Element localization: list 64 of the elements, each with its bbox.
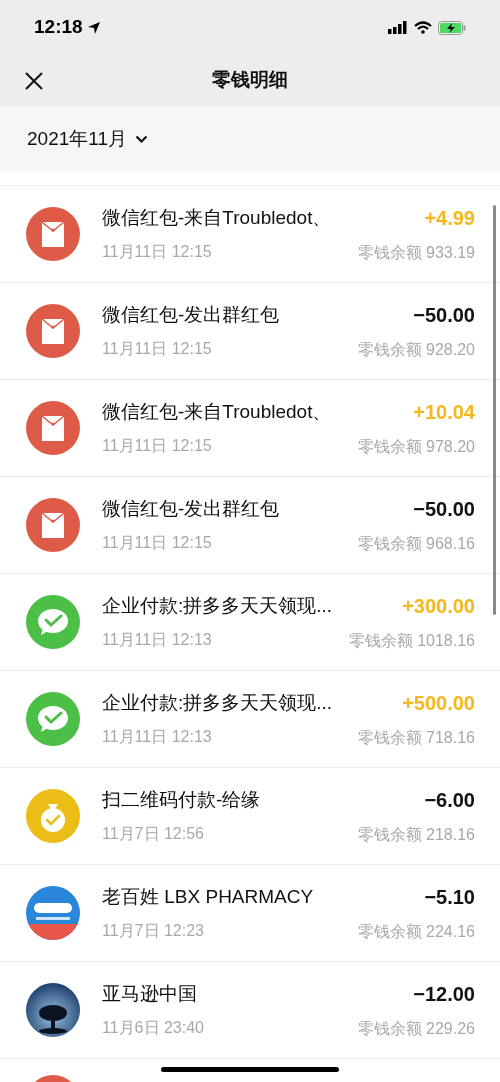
money-bag-icon bbox=[26, 789, 80, 843]
transaction-date: 11月11日 12:13 bbox=[102, 630, 213, 651]
transaction-row[interactable]: 老百姓 LBX PHARMACY 11月7日 12:23 −5.10 零钱余额 224.16 bbox=[0, 865, 500, 962]
transaction-row[interactable]: 亚马逊中国 11月6日 23:40 −12.00 零钱余额 229.26 bbox=[0, 962, 500, 1059]
transaction-title: 老百姓 LBX PHARMACY bbox=[102, 884, 315, 909]
chat-check-icon bbox=[26, 692, 80, 746]
transaction-date: 11月7日 12:23 bbox=[102, 921, 205, 942]
location-arrow-icon bbox=[86, 20, 101, 35]
transaction-title: 亚马逊中国 bbox=[102, 981, 198, 1006]
transaction-row[interactable]: 微信红包-发出群红包 11月11日 12:15 −50.00 零钱余额 968.16 bbox=[0, 477, 500, 574]
transaction-date: 11月11日 12:15 bbox=[102, 533, 213, 554]
transaction-row[interactable]: 微信红包-来自Troubledot、 11月11日 12:15 +4.99 零钱余额 933.19 bbox=[0, 186, 500, 283]
transaction-amount: −50.00 bbox=[413, 497, 475, 522]
transaction-date: 11月7日 12:56 bbox=[102, 824, 205, 845]
transaction-amount: +300.00 bbox=[402, 594, 475, 619]
transaction-date: 11月11日 12:15 bbox=[102, 436, 213, 457]
page-title: 零钱明细 bbox=[212, 68, 288, 93]
wifi-icon bbox=[414, 21, 432, 34]
transaction-amount: +4.99 bbox=[424, 206, 475, 231]
pharmacy-logo bbox=[26, 886, 80, 940]
balance-text: 零钱余额 229.26 bbox=[357, 1019, 475, 1039]
chat-check-icon bbox=[26, 595, 80, 649]
transaction-date: 11月11日 12:15 bbox=[102, 242, 213, 263]
month-selector[interactable]: 2021年11月 bbox=[27, 124, 148, 154]
transaction-title: 微信红包-来自Troubledot、 bbox=[102, 399, 333, 424]
balance-text: 零钱余额 968.16 bbox=[357, 534, 475, 554]
balance-text: 零钱余额 933.19 bbox=[357, 243, 475, 263]
balance-text: 零钱余额 218.16 bbox=[357, 825, 475, 845]
balance-text: 零钱余额 224.16 bbox=[357, 922, 475, 942]
status-time: 12:18 bbox=[34, 15, 83, 40]
close-icon bbox=[25, 71, 43, 90]
envelope-icon bbox=[26, 498, 80, 552]
signal-icon bbox=[388, 21, 408, 34]
transaction-amount: −5.10 bbox=[424, 885, 475, 910]
balance-text: 零钱余额 978.20 bbox=[357, 437, 475, 457]
transaction-date: 11月11日 12:15 bbox=[102, 339, 213, 360]
transaction-row[interactable]: 企业付款:拼多多天天领现... 11月11日 12:13 +300.00 零钱余额 1018.16 bbox=[0, 574, 500, 671]
transaction-title: 扫二维码付款-给缘 bbox=[102, 787, 262, 812]
transaction-amount: +10.04 bbox=[413, 400, 475, 425]
transaction-date: 11月11日 12:13 bbox=[102, 727, 213, 748]
transaction-amount: −12.00 bbox=[413, 982, 475, 1007]
transaction-amount: −50.00 bbox=[413, 303, 475, 328]
chevron-down-icon bbox=[135, 134, 148, 144]
transaction-title: 微信红包-来自Troubledot、 bbox=[102, 205, 333, 230]
balance-text: 零钱余额 1018.16 bbox=[348, 631, 475, 651]
envelope-icon bbox=[26, 401, 80, 455]
battery-icon bbox=[438, 20, 466, 35]
transaction-title: 微信红包-发出群红包 bbox=[102, 496, 281, 521]
transaction-amount: +500.00 bbox=[402, 691, 475, 716]
transaction-date: 11月6日 23:40 bbox=[102, 1018, 205, 1039]
transaction-title: 微信红包-发出群红包 bbox=[102, 302, 281, 327]
balance-text: 零钱余额 928.20 bbox=[357, 340, 475, 360]
transaction-row[interactable]: 微信红包-发出群红包 11月11日 12:15 −50.00 零钱余额 928.20 bbox=[0, 283, 500, 380]
envelope-icon bbox=[26, 304, 80, 358]
transaction-title: 企业付款:拼多多天天领现... bbox=[102, 593, 334, 618]
transaction-title: 企业付款:拼多多天天领现... bbox=[102, 690, 334, 715]
balance-text: 零钱余额 718.16 bbox=[357, 728, 475, 748]
transaction-amount: −6.00 bbox=[424, 788, 475, 813]
close-button[interactable] bbox=[24, 70, 44, 91]
transaction-row[interactable]: 微信红包-来自Troubledot、 11月11日 12:15 +10.04 零钱余额 978.20 bbox=[0, 380, 500, 477]
transaction-row[interactable]: 企业付款:拼多多天天领现... 11月11日 12:13 +500.00 零钱余额 718.16 bbox=[0, 671, 500, 768]
envelope-icon bbox=[26, 207, 80, 261]
transaction-row[interactable]: 扫二维码付款-给缘 11月7日 12:56 −6.00 零钱余额 218.16 bbox=[0, 768, 500, 865]
tree-logo bbox=[26, 983, 80, 1037]
